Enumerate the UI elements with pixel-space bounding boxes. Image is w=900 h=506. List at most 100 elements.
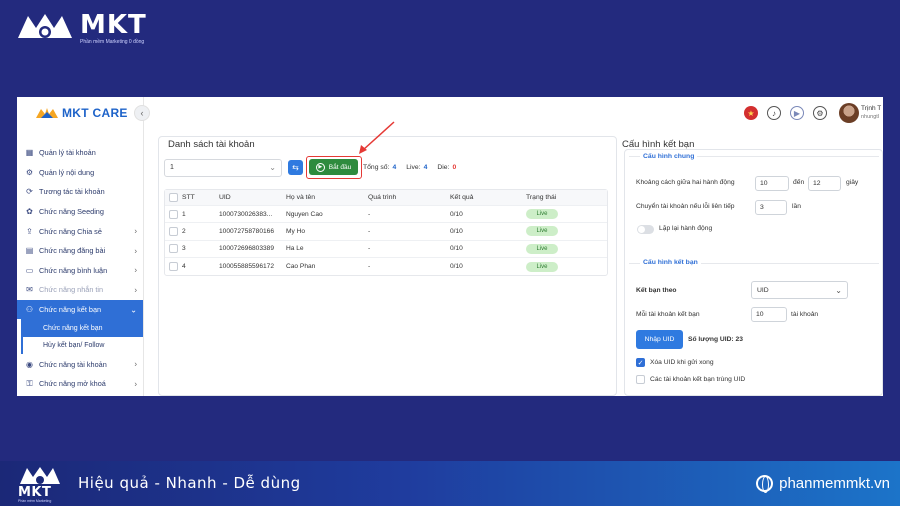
chevron-right-icon: › — [134, 285, 137, 295]
start-button[interactable]: ▶ Bắt đầu — [309, 159, 358, 175]
total-label: Tổng số: — [363, 164, 390, 171]
table-cell: 0/10 — [450, 245, 463, 253]
sidebar-item-label: Chức năng tài khoản — [39, 359, 107, 369]
switch-account-input[interactable]: 3 — [755, 200, 787, 215]
account-group-select[interactable]: 1 ⌄ — [164, 159, 282, 177]
import-uid-button[interactable]: Nhập UID — [636, 330, 683, 349]
submenu-item[interactable]: Hủy kết bạn/ Follow — [21, 336, 143, 355]
table-cell: - — [368, 210, 371, 218]
repeat-toggle[interactable] — [637, 225, 654, 234]
table-row[interactable]: 1 1000730026383... Nguyen Cao - 0/10 Live — [165, 206, 607, 224]
delay-unit: giây — [846, 179, 859, 186]
top-brand-logo: MKT Phần mềm Marketing 0 đồng — [14, 10, 147, 45]
table-cell: 4 — [182, 263, 186, 271]
repeat-label: Lặp lại hành động — [659, 225, 713, 232]
table-header: STT UID Họ và tên Quá trình Kết quả Trạn… — [165, 190, 607, 206]
delay-from-input[interactable]: 10 — [755, 176, 789, 191]
sidebar-item[interactable]: ▦ Quản lý tài khoản — [17, 143, 143, 163]
sidebar-item[interactable]: ⇪ Chức năng Chia sẻ › — [17, 221, 143, 241]
delay-to-input[interactable]: 12 — [808, 176, 841, 191]
per-account-label: Mỗi tài khoản kết bạn — [636, 311, 700, 318]
sidebar-item[interactable]: ⚙ Quản lý nội dung — [17, 163, 143, 183]
column-header[interactable]: Quá trình — [368, 194, 450, 201]
play-icon[interactable]: ▶ — [790, 106, 804, 120]
per-account-input[interactable]: 10 — [751, 307, 787, 322]
app-window: MKT CARE ▦ Quản lý tài khoản ⚙ Quản lý nội … — [17, 97, 883, 396]
table-cell: 2 — [182, 227, 186, 235]
column-header[interactable]: Trạng thái — [526, 194, 606, 201]
table-row[interactable]: 4 100055885596172 Cao Phan - 0/10 Live — [165, 258, 607, 275]
row-checkbox[interactable] — [169, 262, 178, 272]
sidebar-item[interactable]: ✉ Chức năng nhắn tin › — [17, 280, 143, 300]
footer-slogan: Hiệu quả - Nhanh - Dễ dùng — [78, 474, 301, 492]
table-row[interactable]: 3 100072696803389 Ha Le - 0/10 Live — [165, 241, 607, 258]
table-cell: Cao Phan — [286, 263, 316, 271]
sidebar-item[interactable]: ⚇ Chức năng kết bạn ⌄ — [17, 299, 143, 320]
row-checkbox[interactable] — [169, 244, 178, 254]
duplicate-uid-label: Các tài khoản kết bạn trùng UID — [650, 376, 746, 383]
table-cell: 0/10 — [450, 210, 463, 218]
sidebar-item-label: Chức năng kết bạn — [39, 305, 102, 315]
uid-count: Số lượng UID: 23 — [688, 336, 743, 343]
vietnam-flag-icon[interactable]: ★ — [744, 106, 758, 120]
header-icons: ★ ♪ ▶ ⚙ — [744, 106, 827, 120]
delete-uid-checkbox[interactable]: ✓ — [636, 358, 645, 367]
sidebar-item[interactable]: ⟳ Tương tác tài khoản — [17, 182, 143, 202]
chevron-right-icon: › — [134, 359, 137, 369]
filter-icon: ⇆ — [292, 163, 299, 172]
sidebar-item[interactable]: ✿ Chức năng Seeding — [17, 202, 143, 222]
filter-button[interactable]: ⇆ — [288, 160, 303, 175]
status-badge: Live — [526, 209, 558, 220]
user-info[interactable]: Trịnh T nhungtl — [861, 105, 883, 120]
sidebar-item[interactable]: ⚿ Chức năng mở khoá › — [17, 374, 143, 394]
bell-icon[interactable]: ♪ — [767, 106, 781, 120]
gear-icon[interactable]: ⚙ — [813, 106, 827, 120]
footer-logo: MKT Phần mềm Marketing — [18, 465, 62, 503]
chevron-down-icon: ⌄ — [835, 286, 842, 295]
sidebar-item-label: Chức năng nhắn tin — [39, 285, 104, 295]
start-button-label: Bắt đầu — [328, 163, 352, 171]
submenu-item[interactable]: Chức năng kết bạn — [21, 319, 143, 337]
sidebar-collapse-button[interactable]: ‹ — [134, 105, 150, 121]
die-value: 0 — [452, 164, 457, 171]
sidebar-item-label: Quản lý nội dung — [39, 167, 95, 177]
delay-to-label: đến — [793, 179, 805, 186]
account-stats: Tổng số: 4 Live: 4 Die: 0 — [363, 164, 456, 171]
footer-website[interactable]: phanmemmkt.vn — [756, 475, 890, 493]
sidebar-item[interactable]: ▤ Chức năng đăng bài › — [17, 241, 143, 261]
sidebar: MKT CARE ▦ Quản lý tài khoản ⚙ Quản lý nội … — [17, 97, 144, 396]
avatar[interactable] — [839, 103, 859, 123]
sidebar-item-label: Chức năng Chia sẻ — [39, 226, 102, 236]
table-cell: 100055885596172 — [219, 263, 275, 271]
table-cell: My Ho — [286, 227, 306, 235]
column-header[interactable]: Họ và tên — [286, 194, 368, 201]
chevron-right-icon: › — [134, 246, 137, 256]
share-icon: ⇪ — [26, 226, 33, 236]
app-logo-text: MKT CARE — [62, 106, 128, 120]
live-label: Live: — [406, 164, 421, 171]
duplicate-uid-checkbox[interactable] — [636, 375, 645, 384]
play-circle-icon: ▶ — [315, 162, 325, 172]
start-button-highlight: ▶ Bắt đầu — [306, 156, 362, 179]
account-group-value: 1 — [170, 164, 174, 171]
delete-uid-label: Xóa UID khi gửi xong — [650, 359, 714, 366]
top-brand-name: MKT — [80, 10, 147, 40]
table-cell: 3 — [182, 245, 186, 253]
table-cell: Ha Le — [286, 245, 304, 253]
select-all-checkbox[interactable] — [169, 193, 178, 202]
table-cell: - — [368, 263, 371, 271]
user-name: Trịnh T — [861, 105, 882, 112]
row-checkbox[interactable] — [169, 226, 178, 236]
friend-by-select[interactable]: UID ⌄ — [751, 281, 848, 299]
live-value: 4 — [423, 164, 428, 171]
chevron-right-icon: › — [134, 226, 137, 236]
row-checkbox[interactable] — [169, 209, 178, 219]
sidebar-item[interactable]: ▭ Chức năng bình luận › — [17, 261, 143, 281]
column-header[interactable]: UID — [219, 194, 286, 201]
table-row[interactable]: 2 100072758780166 My Ho - 0/10 Live — [165, 223, 607, 241]
red-arrow-icon — [359, 121, 395, 154]
table-cell: Nguyen Cao — [286, 210, 323, 218]
column-header[interactable]: Kết quả — [450, 194, 526, 201]
column-header[interactable]: STT — [182, 194, 219, 201]
sidebar-item[interactable]: ◉ Chức năng tài khoản › — [17, 354, 143, 374]
